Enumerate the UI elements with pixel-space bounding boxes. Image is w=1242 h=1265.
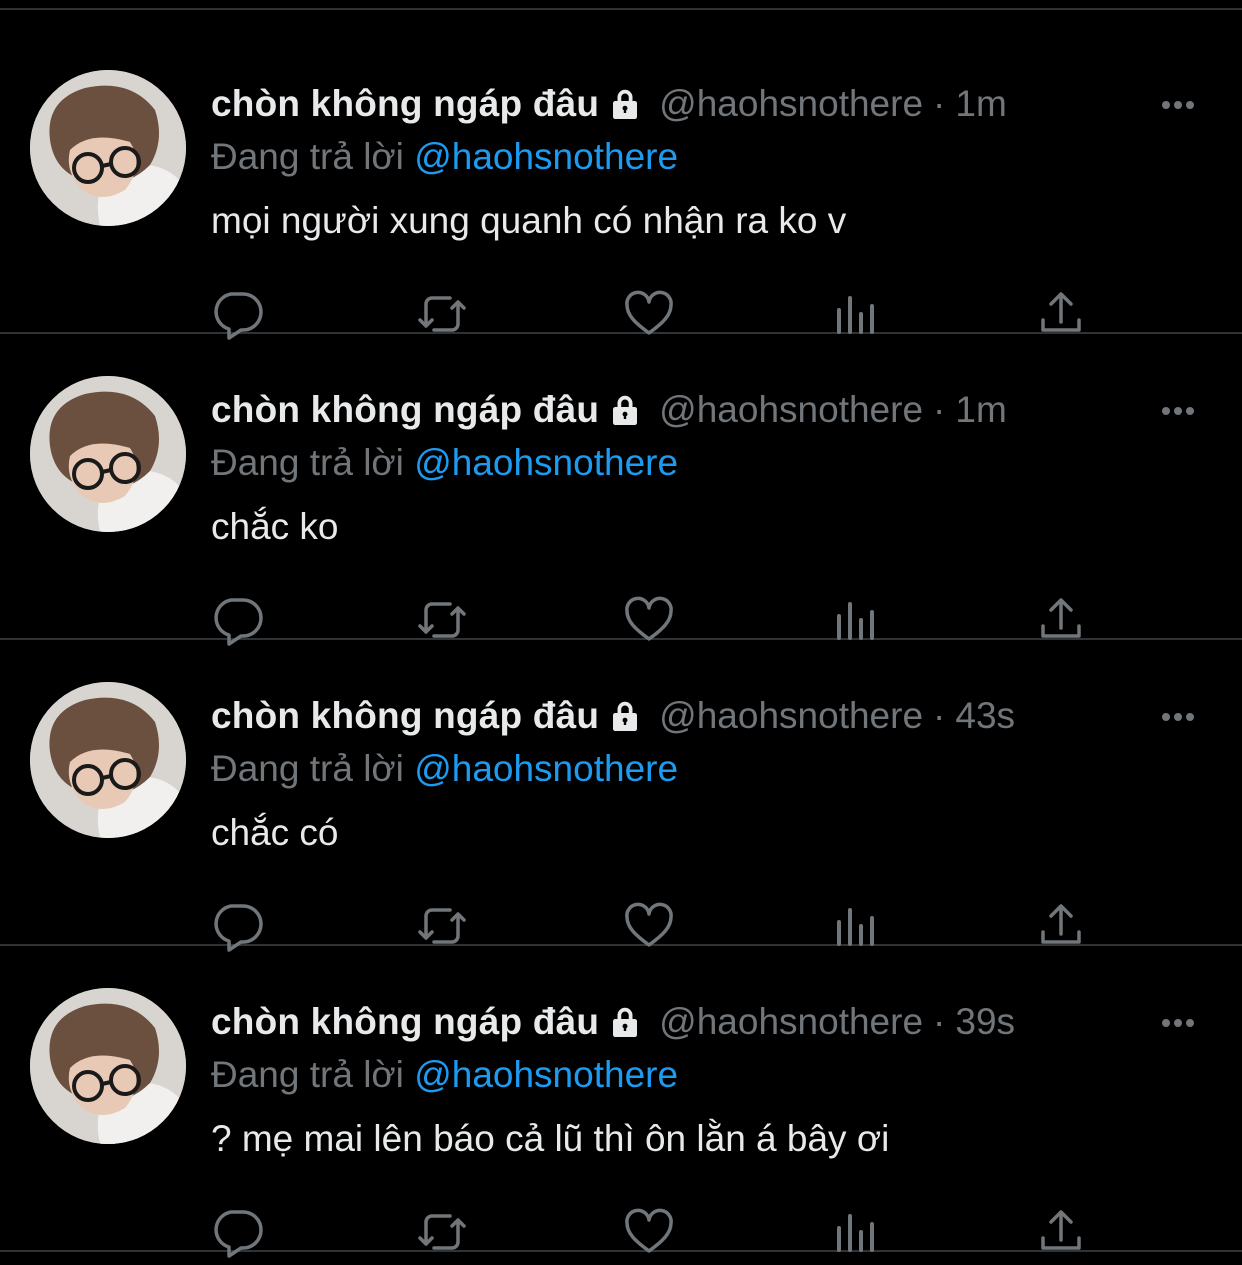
more-horizontal-icon[interactable] (1158, 90, 1198, 120)
tweet[interactable]: chòn không ngáp đâu @haohsnothere · 1m Đ… (0, 28, 1242, 340)
lock-icon (607, 698, 643, 734)
reply-prefix: Đang trả lời (211, 1054, 404, 1095)
replying-to: Đang trả lời @haohsnothere (211, 136, 678, 178)
display-name[interactable]: chòn không ngáp đâu (211, 1001, 599, 1043)
heart-icon (625, 1208, 673, 1253)
avatar[interactable] (30, 376, 186, 532)
reply-prefix: Đang trả lời (211, 442, 404, 483)
avatar[interactable] (30, 70, 186, 226)
reply-handle-link[interactable]: @haohsnothere (414, 136, 678, 177)
like-button[interactable] (621, 1204, 677, 1260)
retweet-icon (418, 1214, 466, 1250)
separator-dot: · (933, 695, 946, 736)
reply-button[interactable] (209, 1204, 265, 1260)
tweet-header: chòn không ngáp đâu @haohsnothere · 39s (211, 992, 1015, 1052)
tweet-actions (0, 1204, 1242, 1260)
tweet[interactable]: chòn không ngáp đâu @haohsnothere · 39s … (0, 946, 1242, 1258)
replying-to: Đang trả lời @haohsnothere (211, 748, 678, 790)
timestamp[interactable]: 39s (955, 1001, 1015, 1043)
tweet[interactable]: chòn không ngáp đâu @haohsnothere · 1m Đ… (0, 334, 1242, 646)
lock-icon (607, 86, 643, 122)
user-handle[interactable]: @haohsnothere (659, 1001, 923, 1043)
tweet-feed: chòn không ngáp đâu @haohsnothere · 1m Đ… (0, 0, 1242, 1265)
display-name[interactable]: chòn không ngáp đâu (211, 83, 599, 125)
timestamp[interactable]: 43s (955, 695, 1015, 737)
avatar-image (30, 988, 186, 1144)
user-handle[interactable]: @haohsnothere (659, 695, 923, 737)
tweet-header: chòn không ngáp đâu @haohsnothere · 43s (211, 686, 1015, 746)
avatar[interactable] (30, 988, 186, 1144)
share-upload-icon (1041, 1210, 1081, 1250)
separator-dot: · (933, 83, 946, 124)
reply-prefix: Đang trả lời (211, 748, 404, 789)
display-name[interactable]: chòn không ngáp đâu (211, 389, 599, 431)
reply-handle-link[interactable]: @haohsnothere (414, 748, 678, 789)
tweet-text: mọi người xung quanh có nhận ra ko v (211, 200, 847, 241)
tweet-header: chòn không ngáp đâu @haohsnothere · 1m (211, 74, 1007, 134)
user-handle[interactable]: @haohsnothere (659, 83, 923, 125)
reply-handle-link[interactable]: @haohsnothere (414, 1054, 678, 1095)
tweet[interactable]: chòn không ngáp đâu @haohsnothere · 43s … (0, 640, 1242, 952)
tweet-text: chắc ko (211, 506, 339, 547)
user-handle[interactable]: @haohsnothere (659, 389, 923, 431)
lock-icon (607, 392, 643, 428)
reply-handle-link[interactable]: @haohsnothere (414, 442, 678, 483)
timestamp[interactable]: 1m (955, 83, 1006, 125)
avatar-image (30, 376, 186, 532)
avatar[interactable] (30, 682, 186, 838)
more-horizontal-icon[interactable] (1158, 702, 1198, 732)
top-divider (0, 0, 1242, 10)
retweet-button[interactable] (414, 1204, 470, 1260)
share-button[interactable] (1033, 1204, 1089, 1260)
replying-to: Đang trả lời @haohsnothere (211, 442, 678, 484)
more-horizontal-icon[interactable] (1158, 1008, 1198, 1038)
tweet-header: chòn không ngáp đâu @haohsnothere · 1m (211, 380, 1007, 440)
separator-dot: · (933, 1001, 946, 1042)
lock-icon (607, 1004, 643, 1040)
avatar-image (30, 682, 186, 838)
reply-prefix: Đang trả lời (211, 136, 404, 177)
replying-to: Đang trả lời @haohsnothere (211, 1054, 678, 1096)
views-button[interactable] (828, 1204, 884, 1260)
avatar-image (30, 70, 186, 226)
more-horizontal-icon[interactable] (1158, 396, 1198, 426)
separator-dot: · (933, 389, 946, 430)
display-name[interactable]: chòn không ngáp đâu (211, 695, 599, 737)
tweet-text: ? mẹ mai lên báo cả lũ thì ôn lằn á bây … (211, 1118, 890, 1159)
tweet-text: chắc có (211, 812, 339, 853)
timestamp[interactable]: 1m (955, 389, 1006, 431)
reply-bubble-icon (214, 1210, 263, 1258)
views-bar-chart-icon (837, 1214, 874, 1252)
